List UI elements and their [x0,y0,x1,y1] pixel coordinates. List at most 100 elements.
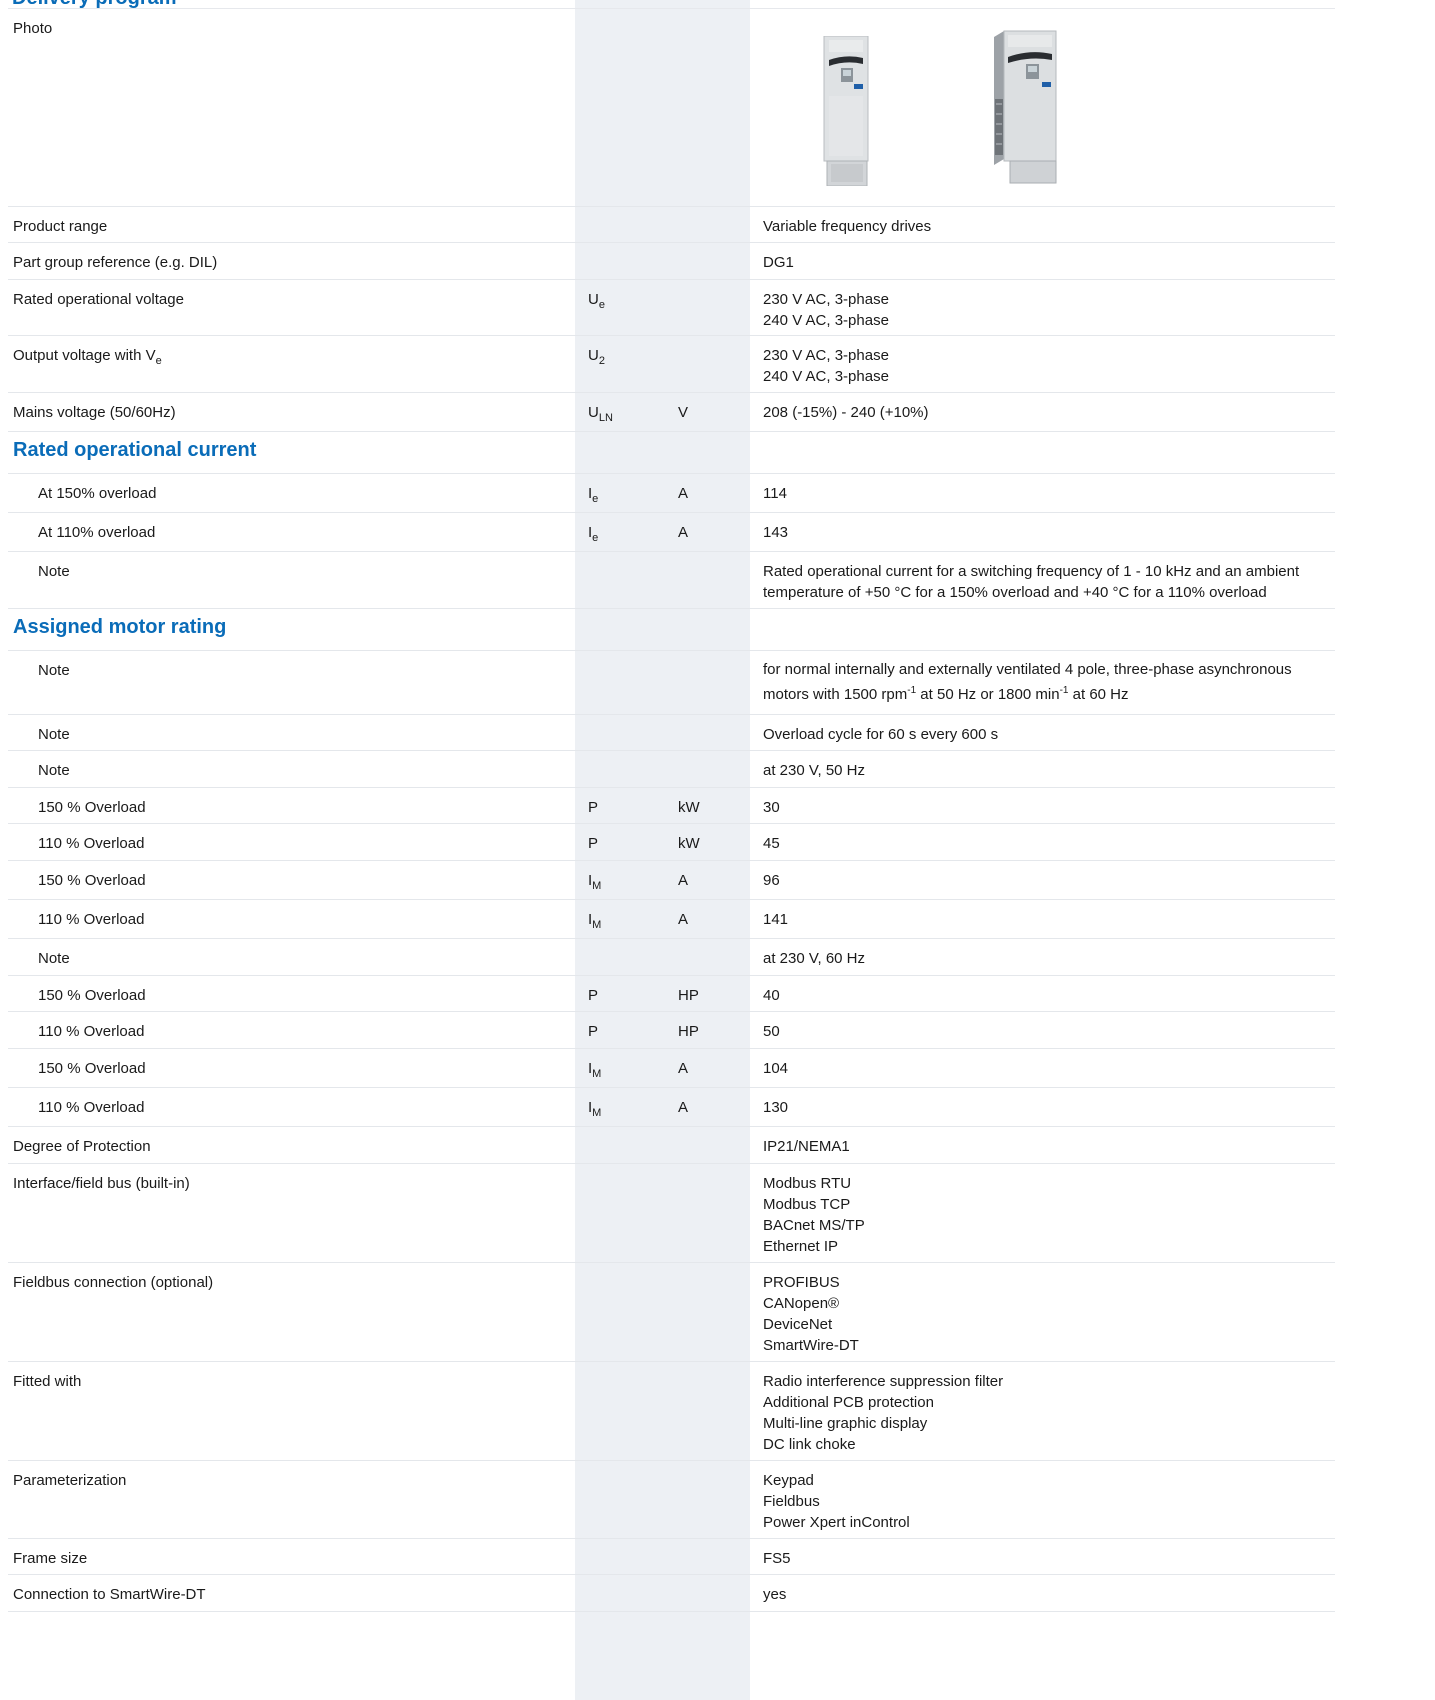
row-power-60-150: 150 % Overload P HP 40 [8,976,1335,1012]
row-symbol: IM [588,911,602,931]
row-label: 110 % Overload [38,1023,145,1040]
row-symbol: P [588,799,599,816]
row-symbol: Ue [588,291,605,311]
row-symbol: IM [588,1099,602,1119]
row-value: 230 V AC, 3-phase 240 V AC, 3-phase [763,347,889,385]
row-symbol: IM [588,1060,602,1080]
row-value: at 230 V, 50 Hz [763,762,866,779]
row-label: Part group reference (e.g. DIL) [13,254,218,271]
row-unit: A [678,485,689,502]
row-part-group: Part group reference (e.g. DIL) DG1 [8,243,1335,280]
section-heading: Assigned motor rating [13,616,227,638]
row-symbol: IM [588,872,602,892]
row-symbol: Ie [588,485,599,505]
page-title: Delivery program [12,0,177,8]
row-value: yes [763,1586,787,1603]
row-fitted-with: Fitted with Radio interference suppressi… [8,1362,1335,1461]
spec-table: Photo Product range Variable frequency d… [8,8,1335,1612]
row-current-50-150: 150 % Overload IM A 96 [8,861,1335,900]
row-value: FS5 [763,1550,791,1567]
row-unit: kW [678,799,700,816]
row-label: Note [38,563,70,580]
row-symbol: P [588,1023,599,1040]
row-label: Note [38,662,70,679]
row-photo: Photo [8,9,1335,207]
section-heading: Rated operational current [13,439,257,461]
row-label: 110 % Overload [38,1099,145,1116]
row-value: for normal internally and externally ven… [763,661,1292,703]
row-unit: A [678,1060,689,1077]
row-unit: A [678,524,689,541]
row-unit: kW [678,835,700,852]
row-label: Output voltage with Ve [13,347,162,367]
row-current-110: At 110% overload Ie A 143 [8,513,1335,552]
row-symbol: Ie [588,524,599,544]
row-value: Rated operational current for a switchin… [763,563,1300,601]
row-fieldbus-optional: Fieldbus connection (optional) PROFIBUS … [8,1263,1335,1362]
row-value: 96 [763,872,780,889]
row-value: IP21/NEMA1 [763,1138,850,1155]
row-value: 50 [763,1023,780,1040]
row-symbol: ULN [588,404,613,424]
row-label: Parameterization [13,1472,127,1489]
row-protection: Degree of Protection IP21/NEMA1 [8,1127,1335,1164]
row-value: 230 V AC, 3-phase 240 V AC, 3-phase [763,291,889,329]
row-current-50-110: 110 % Overload IM A 141 [8,900,1335,939]
row-unit: HP [678,1023,699,1040]
row-power-50-110: 110 % Overload P kW 45 [8,824,1335,861]
drive-photo-angled [994,30,1057,184]
row-unit: V [678,404,689,421]
row-unit: A [678,911,689,928]
row-motor-note-1: Note for normal internally and externall… [8,651,1335,715]
row-value: Radio interference suppression filter Ad… [763,1373,1004,1453]
row-label: 150 % Overload [38,872,146,889]
row-motor-note-4: Note at 230 V, 60 Hz [8,939,1335,976]
row-value: 30 [763,799,780,816]
row-symbol: P [588,987,599,1004]
row-frame-size: Frame size FS5 [8,1539,1335,1575]
row-motor-note-3: Note at 230 V, 50 Hz [8,751,1335,788]
row-power-60-110: 110 % Overload P HP 50 [8,1012,1335,1049]
row-value: 208 (-15%) - 240 (+10%) [763,404,929,421]
row-power-50-150: 150 % Overload P kW 30 [8,788,1335,824]
row-label: At 110% overload [38,524,156,541]
row-smartwire: Connection to SmartWire-DT yes [8,1575,1335,1612]
row-label: 150 % Overload [38,987,146,1004]
row-label: At 150% overload [38,485,157,502]
section-motor-rating: Assigned motor rating [8,609,1335,651]
row-value: Modbus RTU Modbus TCP BACnet MS/TP Ether… [763,1175,865,1255]
row-current-note: Note Rated operational current for a swi… [8,552,1335,609]
row-parameterization: Parameterization Keypad Fieldbus Power X… [8,1461,1335,1539]
row-label: Connection to SmartWire-DT [13,1586,206,1603]
row-output-voltage: Output voltage with Ve U2 230 V AC, 3-ph… [8,336,1335,393]
row-label: Rated operational voltage [13,291,184,308]
row-value: 130 [763,1099,789,1116]
row-value: 143 [763,524,789,541]
row-value: at 230 V, 60 Hz [763,950,866,967]
row-label: 110 % Overload [38,835,145,852]
row-label: Fitted with [13,1373,82,1390]
row-label: 150 % Overload [38,1060,146,1077]
row-symbol: U2 [588,347,605,367]
row-motor-note-2: Note Overload cycle for 60 s every 600 s [8,715,1335,751]
product-photos [758,9,1335,206]
row-label: Note [38,950,70,967]
row-label: Frame size [13,1550,88,1567]
row-label: Degree of Protection [13,1138,151,1155]
row-label: 150 % Overload [38,799,146,816]
row-product-range: Product range Variable frequency drives [8,207,1335,243]
drive-photo-front [823,36,869,186]
row-value: 114 [763,485,787,502]
row-value: DG1 [763,254,794,271]
row-value: 40 [763,987,780,1004]
row-mains-voltage: Mains voltage (50/60Hz) ULN V 208 (-15%)… [8,393,1335,432]
row-value: Overload cycle for 60 s every 600 s [763,726,999,743]
row-current-150: At 150% overload Ie A 114 [8,474,1335,513]
row-unit: HP [678,987,699,1004]
section-rated-current: Rated operational current [8,432,1335,474]
row-unit: A [678,1099,689,1116]
row-value: Variable frequency drives [763,218,932,235]
row-label: Mains voltage (50/60Hz) [13,404,176,421]
row-current-60-150: 150 % Overload IM A 104 [8,1049,1335,1088]
row-value: PROFIBUS CANopen® DeviceNet SmartWire-DT [763,1274,859,1354]
